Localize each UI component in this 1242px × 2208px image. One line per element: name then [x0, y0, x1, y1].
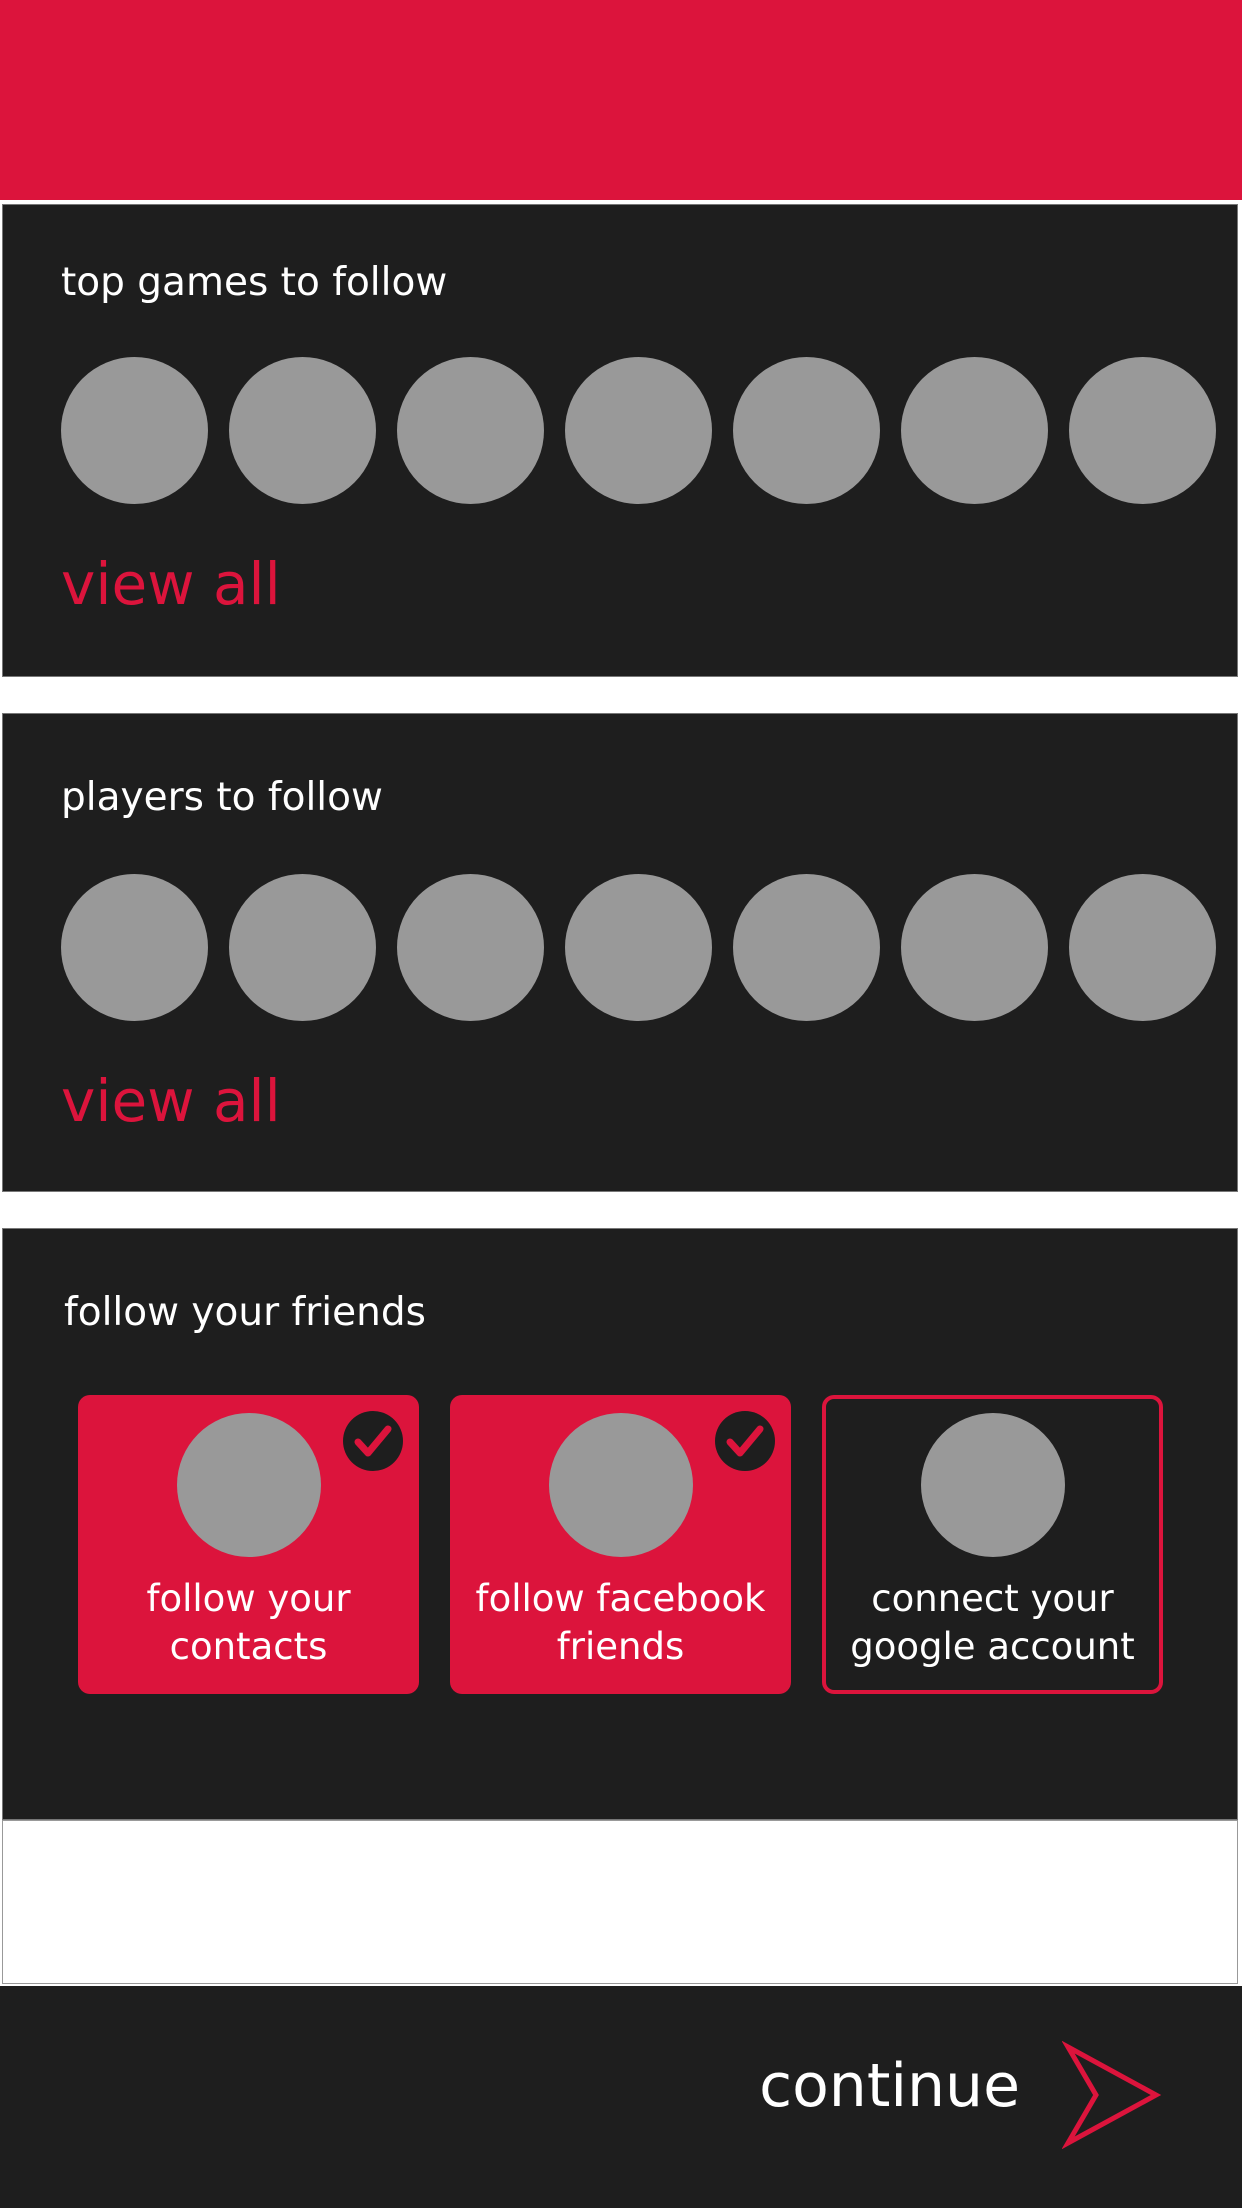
- follow-contacts-label: follow your contacts: [146, 1577, 351, 1668]
- app-header: [0, 0, 1242, 200]
- players-title: players to follow: [61, 775, 383, 820]
- player-avatar[interactable]: [61, 874, 208, 1021]
- checkmark-icon: [715, 1411, 775, 1471]
- top-games-view-all-link[interactable]: view all: [61, 555, 281, 613]
- top-games-title: top games to follow: [61, 260, 448, 305]
- game-avatar[interactable]: [565, 357, 712, 504]
- checkmark-icon: [343, 1411, 403, 1471]
- top-games-carousel[interactable]: [61, 357, 1238, 504]
- follow-facebook-label: follow facebook friends: [475, 1577, 766, 1668]
- player-avatar[interactable]: [397, 874, 544, 1021]
- game-avatar[interactable]: [397, 357, 544, 504]
- game-avatar[interactable]: [61, 357, 208, 504]
- game-avatar[interactable]: [901, 357, 1048, 504]
- game-avatar[interactable]: [1069, 357, 1216, 504]
- follow-contacts-card[interactable]: follow your contacts: [78, 1395, 419, 1694]
- players-carousel[interactable]: [61, 874, 1238, 1021]
- continue-button[interactable]: continue: [722, 1986, 1242, 2208]
- player-avatar[interactable]: [1237, 874, 1238, 1021]
- continue-label: continue: [759, 2051, 1020, 2121]
- connect-google-card[interactable]: connect your google account: [822, 1395, 1163, 1694]
- follow-facebook-card[interactable]: follow facebook friends: [450, 1395, 791, 1694]
- players-view-all-link[interactable]: view all: [61, 1072, 281, 1130]
- player-avatar[interactable]: [1069, 874, 1216, 1021]
- top-games-section: top games to follow view all: [2, 204, 1238, 677]
- empty-content-area: [2, 1820, 1238, 1984]
- facebook-avatar: [548, 1413, 693, 1557]
- arrow-right-icon: [1062, 2041, 1162, 2149]
- google-avatar: [920, 1413, 1065, 1557]
- player-avatar[interactable]: [733, 874, 880, 1021]
- players-section: players to follow view all: [2, 713, 1238, 1192]
- footer-bar: continue: [0, 1986, 1242, 2208]
- contacts-avatar: [176, 1413, 321, 1557]
- follow-friends-section: follow your friends follow your contacts…: [2, 1228, 1238, 1820]
- game-avatar[interactable]: [733, 357, 880, 504]
- player-avatar[interactable]: [901, 874, 1048, 1021]
- game-avatar[interactable]: [1237, 357, 1238, 504]
- follow-friends-title: follow your friends: [64, 1290, 426, 1335]
- player-avatar[interactable]: [565, 874, 712, 1021]
- player-avatar[interactable]: [229, 874, 376, 1021]
- game-avatar[interactable]: [229, 357, 376, 504]
- connect-google-label: connect your google account: [850, 1577, 1135, 1668]
